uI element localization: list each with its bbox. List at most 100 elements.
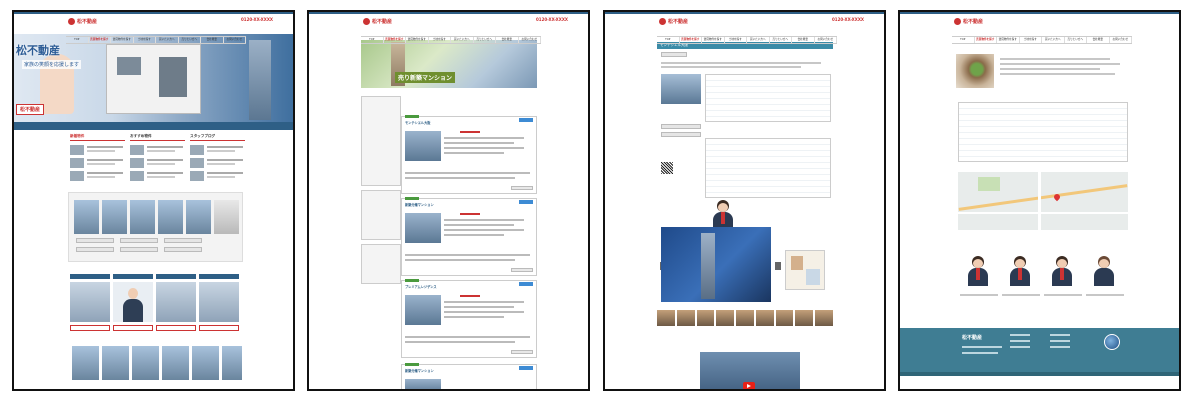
photo-thumbnail-strip[interactable] [657,310,834,326]
category-header [156,274,196,279]
contact-button[interactable] [661,124,701,129]
category-link-button[interactable] [70,325,110,331]
nav-item[interactable]: 土地を探す [429,37,451,43]
property-photo[interactable] [186,200,211,234]
property-photo[interactable] [132,346,159,380]
nav-item[interactable]: 土地を探す [1020,37,1042,43]
nav-item[interactable]: お問い合わせ [224,37,246,43]
area-search-button[interactable] [120,238,158,243]
hero-logo-badge: 松不動産 [16,104,45,115]
logo-mark-icon [659,18,666,25]
play-icon[interactable] [743,382,755,389]
nav-item[interactable]: 買いたい方へ [156,37,179,43]
area-search-button[interactable] [76,247,114,252]
property-photo[interactable] [74,200,99,234]
property-photo[interactable] [222,346,242,380]
detail-button[interactable] [519,200,533,204]
category-tile[interactable] [199,282,239,322]
nav-item[interactable]: 賃貸物件を探す [406,37,429,43]
nav-item[interactable]: 会社概要 [792,37,815,43]
nav-item[interactable]: 売りたい方へ [179,37,201,43]
nav-item[interactable]: 売りたい方へ [1065,37,1087,43]
site-logo[interactable]: 松不動産 [68,18,97,25]
news-item[interactable] [70,158,125,169]
nav-item[interactable]: お問い合わせ [519,37,541,43]
favorite-button[interactable] [511,268,533,272]
property-photo[interactable] [192,346,219,380]
nav-item[interactable]: 買いたい方へ [1042,37,1065,43]
category-link-button[interactable] [156,325,196,331]
property-photo[interactable] [162,346,189,380]
listing-card[interactable]: 新築分譲マンション [401,197,537,276]
area-search-button[interactable] [76,238,114,243]
area-search-button[interactable] [164,238,202,243]
nav-item[interactable]: 売買物件を探す [89,37,111,43]
nav-item[interactable]: 会社概要 [201,37,224,43]
area-search-button[interactable] [164,247,202,252]
nav-item[interactable]: TOP [952,37,975,43]
blog-item[interactable] [190,171,245,182]
area-search-button[interactable] [120,247,158,252]
nav-item[interactable]: TOP [361,37,384,43]
nav-item[interactable]: 買いたい方へ [451,37,474,43]
nav-item[interactable]: お問い合わせ [1110,37,1132,43]
category-link-button[interactable] [113,325,153,331]
visit-request-button[interactable] [661,132,701,137]
category-tile[interactable] [156,282,196,322]
news-item[interactable] [70,145,125,156]
property-photo[interactable] [130,200,155,234]
nav-item[interactable]: 会社概要 [496,37,519,43]
nav-item[interactable]: TOP [657,37,680,43]
listing-photo [405,131,441,161]
listing-title: 新築分譲マンション [405,369,434,373]
news-item[interactable] [130,145,185,156]
detail-button[interactable] [519,282,533,286]
listing-card[interactable]: 新築分譲マンション [401,363,537,389]
property-photo[interactable] [158,200,183,234]
page-thumbnail-listings[interactable]: 松不動産 0120-XX-XXXX 売り新築マンション モンテシエル大阪 新築分… [307,10,590,391]
property-photo[interactable] [102,200,127,234]
nav-item[interactable]: 土地を探す [134,37,156,43]
search-sidebar [361,96,401,186]
site-header: 松不動産 0120-XX-XXXX [14,12,293,34]
access-map[interactable] [958,172,1128,230]
nav-item[interactable]: 土地を探す [725,37,747,43]
favorite-button[interactable] [511,350,533,354]
property-photo[interactable] [72,346,99,380]
video-player[interactable] [700,352,800,389]
nav-item[interactable]: 売りたい方へ [770,37,792,43]
nav-item[interactable]: 売買物件を探す [975,37,997,43]
category-tile[interactable] [70,282,110,322]
page-thumbnail-company[interactable]: 松不動産 松不動産 TOP 売買物件を探す 賃貸物件を探す 土地を探す 買いたい方へ 売り… [898,10,1181,391]
site-logo[interactable]: 松不動産 [954,18,983,25]
blog-item[interactable] [190,158,245,169]
listing-card[interactable]: モンテシエル大阪 [401,115,537,194]
site-logo[interactable]: 松不動産 [363,18,392,25]
blog-item[interactable] [190,145,245,156]
staff-tile[interactable] [113,282,153,322]
nav-item[interactable]: 賃貸物件を探す [111,37,134,43]
nav-item[interactable]: TOP [66,37,89,43]
nav-item[interactable]: 賃貸物件を探す [702,37,725,43]
page-thumbnail-property-detail[interactable]: 松不動産 0120-XX-XXXX モンテシエル大阪 TOP 売買物件を探す 賃貸物… [603,10,886,391]
nav-item[interactable]: 売買物件を探す [384,37,406,43]
news-item[interactable] [130,158,185,169]
carousel-next-icon[interactable] [775,262,781,270]
news-item[interactable] [130,171,185,182]
listing-card[interactable]: プレミアムレジデンス [401,279,537,358]
category-link-button[interactable] [199,325,239,331]
site-logo[interactable]: 松不動産 [659,18,688,25]
nav-item[interactable]: 売買物件を探す [680,37,702,43]
nav-item[interactable]: 売りたい方へ [474,37,496,43]
page-thumbnail-home[interactable]: 松不動産 0120-XX-XXXX 松不動産 家族の笑顔を応援します 松不動産 … [12,10,295,391]
nav-item[interactable]: お問い合わせ [815,37,837,43]
nav-item[interactable]: 買いたい方へ [747,37,770,43]
nav-item[interactable]: 会社概要 [1087,37,1110,43]
nav-item[interactable]: 賃貸物件を探す [997,37,1020,43]
favorite-button[interactable] [511,186,533,190]
property-photo[interactable] [102,346,129,380]
detail-button[interactable] [519,118,533,122]
detail-button[interactable] [519,366,533,370]
print-button[interactable] [661,52,687,57]
news-item[interactable] [70,171,125,182]
